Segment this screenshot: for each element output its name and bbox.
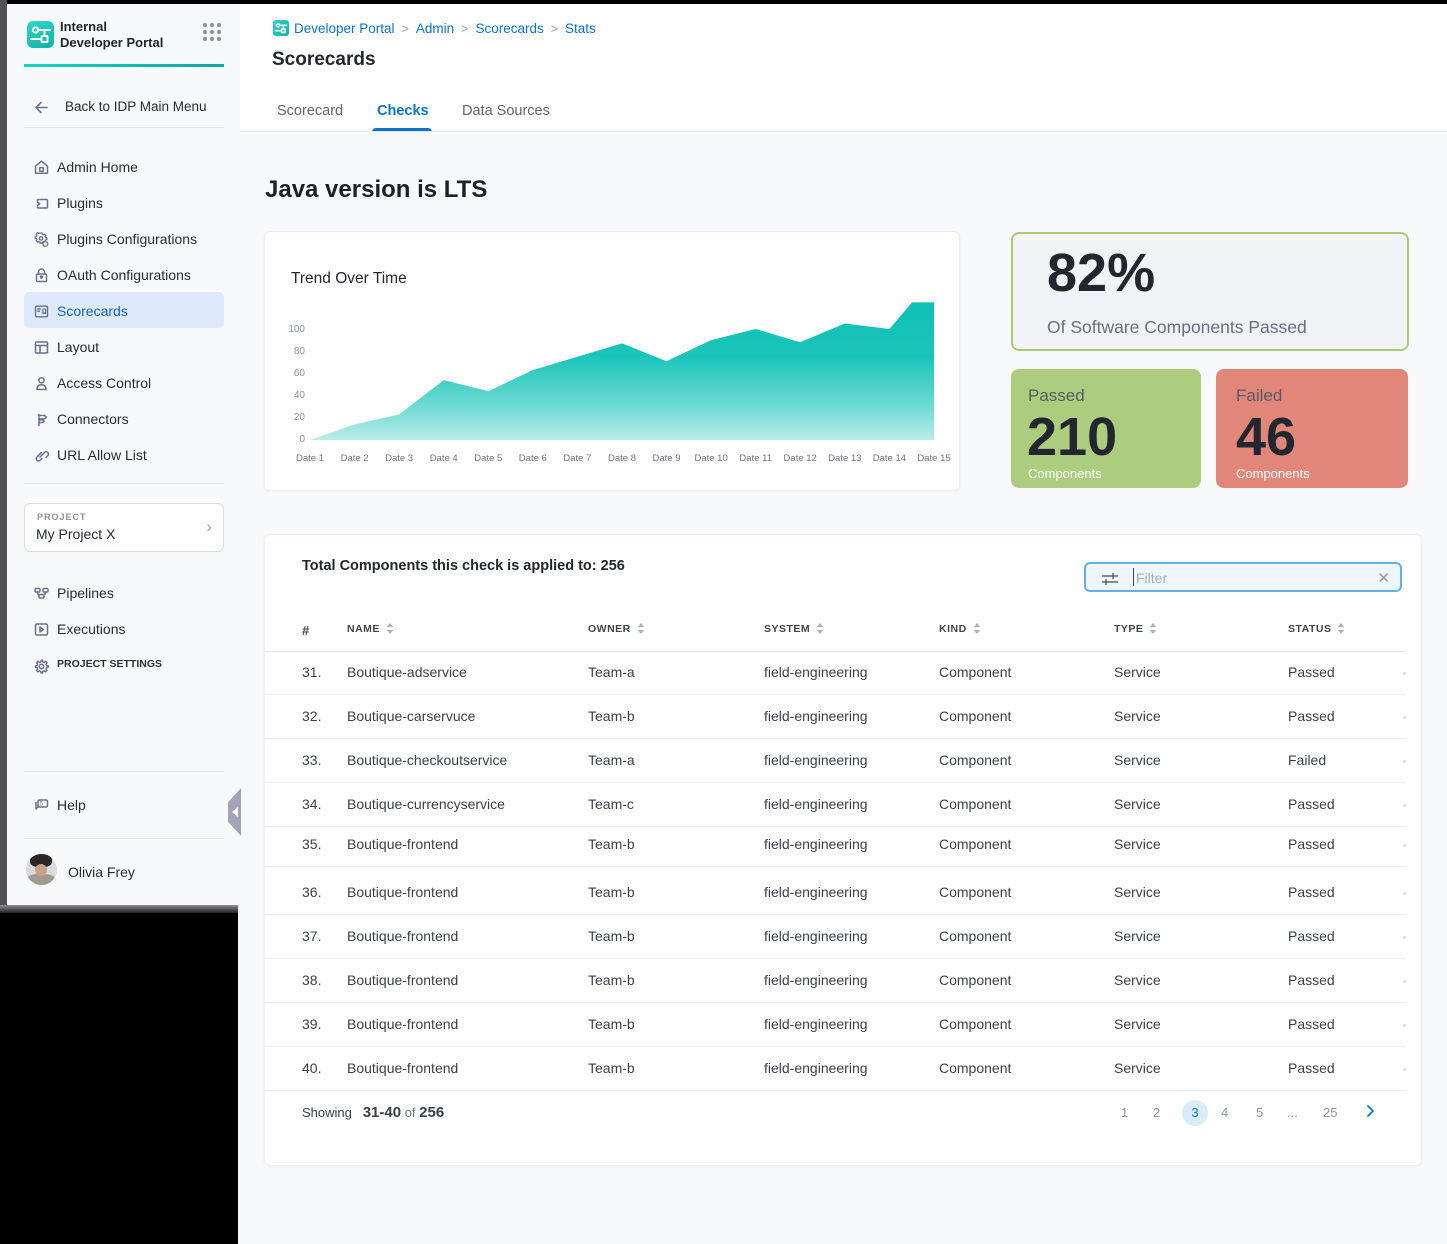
svg-text:Date 3: Date 3	[385, 453, 413, 464]
svg-text:Date 13: Date 13	[828, 453, 861, 464]
svg-text:Date 8: Date 8	[608, 453, 636, 464]
svg-text:Date 6: Date 6	[519, 453, 547, 464]
svg-text:Date 11: Date 11	[739, 453, 772, 464]
svg-text:Date 4: Date 4	[430, 453, 458, 464]
svg-text:100: 100	[288, 324, 305, 335]
svg-text:60: 60	[294, 368, 306, 379]
svg-text:Date 12: Date 12	[784, 453, 817, 464]
svg-text:Date 2: Date 2	[341, 453, 369, 464]
svg-text:80: 80	[294, 346, 306, 357]
svg-text:40: 40	[294, 390, 306, 401]
svg-text:Date 10: Date 10	[694, 453, 727, 464]
svg-text:Date 9: Date 9	[653, 453, 681, 464]
svg-text:Date 7: Date 7	[563, 453, 591, 464]
svg-text:Date 5: Date 5	[474, 453, 502, 464]
svg-text:0: 0	[299, 434, 305, 445]
svg-text:20: 20	[294, 412, 306, 423]
svg-text:Date 14: Date 14	[873, 453, 906, 464]
svg-text:Date 1: Date 1	[296, 453, 324, 464]
svg-text:Date 15: Date 15	[917, 453, 950, 464]
